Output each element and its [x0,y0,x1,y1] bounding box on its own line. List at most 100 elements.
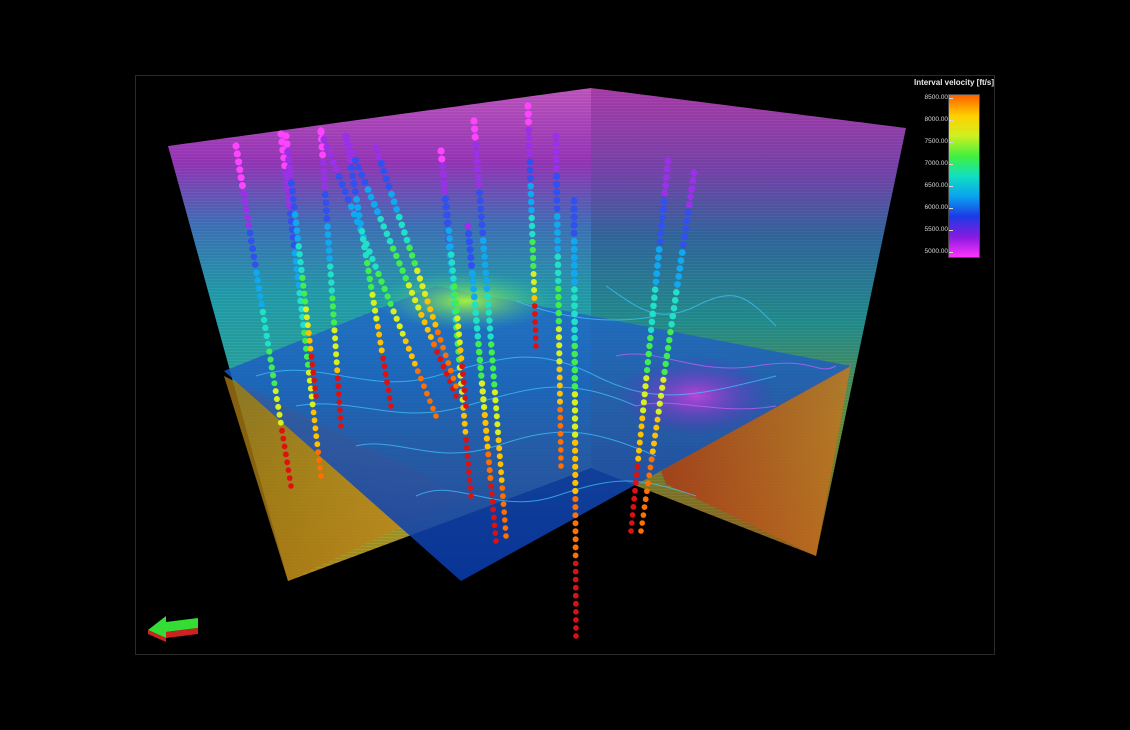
well-marker [650,302,657,310]
well-marker [486,317,493,324]
well-marker [571,294,578,302]
well-marker [415,304,422,311]
well-marker [338,423,344,429]
well-marker [467,485,474,491]
well-marker [456,331,462,338]
well-marker [491,389,498,396]
well-marker [393,315,400,322]
well-marker [652,278,660,285]
well-marker [531,287,538,293]
well-marker [411,260,418,267]
well-marker [260,316,268,324]
well-marker [440,344,446,351]
well-marker [376,331,383,338]
well-marker [669,312,677,320]
well-marker [259,308,267,316]
well-marker [571,310,578,318]
well-marker [334,367,341,374]
well-marker [654,262,661,269]
well-marker [571,302,578,310]
well-marker [466,246,474,254]
well-marker [366,275,373,283]
well-marker [245,221,253,229]
well-marker [272,388,279,395]
well-marker [450,375,457,382]
well-marker [287,171,294,179]
well-marker [572,584,579,591]
well-marker [442,352,449,359]
well-marker [571,431,579,438]
well-marker [369,291,376,298]
well-marker [475,340,482,348]
well-marker [526,158,534,166]
well-marker [288,179,295,187]
well-marker [570,270,578,277]
well-marker [646,342,653,350]
well-marker [483,435,490,442]
well-marker [437,336,444,343]
well-marker [393,252,400,260]
seismic-3d-scene[interactable] [136,76,995,655]
well-marker [412,297,419,304]
well-marker [317,128,325,136]
well-marker [633,471,640,478]
well-marker [485,301,492,308]
well-marker [388,403,394,409]
well-marker [502,517,508,523]
well-marker [411,360,418,367]
well-marker [663,352,671,360]
well-marker [289,187,296,195]
well-marker [279,427,285,434]
well-marker [335,173,343,181]
well-marker [383,230,391,238]
well-marker [553,172,561,180]
well-marker [335,391,342,397]
well-marker [634,463,641,470]
well-marker [384,293,391,300]
well-marker [639,415,646,422]
well-marker [355,164,363,171]
well-marker [496,453,503,460]
well-marker [372,144,380,152]
well-marker [378,347,385,354]
well-marker [479,229,486,237]
well-marker [380,167,388,175]
well-marker [382,371,389,378]
well-marker [654,254,662,261]
well-marker [487,333,494,340]
well-marker [555,301,562,309]
well-marker [378,278,385,285]
well-marker [445,360,452,366]
well-marker [389,245,397,252]
well-marker [571,334,578,342]
well-marker [321,183,329,191]
well-marker [526,166,534,174]
well-marker [555,317,562,325]
well-marker [660,376,667,383]
well-marker [572,568,579,575]
colorbar [948,94,980,258]
well-marker [377,159,385,167]
green-arrow-icon[interactable] [146,606,206,646]
well-marker [493,413,500,420]
well-marker [475,181,483,189]
well-marker [651,294,658,301]
well-marker [398,221,406,229]
well-marker [571,383,579,390]
3d-viewport[interactable]: Interval velocity [ft/s] 8500.00 8000.00… [135,75,995,655]
well-marker [655,246,663,253]
well-marker [462,395,469,401]
well-marker [235,158,243,166]
well-marker [309,401,316,408]
well-marker [636,439,643,446]
well-marker [306,337,313,344]
well-marker [629,512,636,518]
well-marker [500,501,507,507]
well-marker [503,533,509,539]
well-marker [526,150,533,158]
well-marker [476,197,484,205]
well-marker [570,278,578,286]
well-marker [308,353,315,360]
well-marker [455,323,462,330]
well-marker [483,285,491,292]
